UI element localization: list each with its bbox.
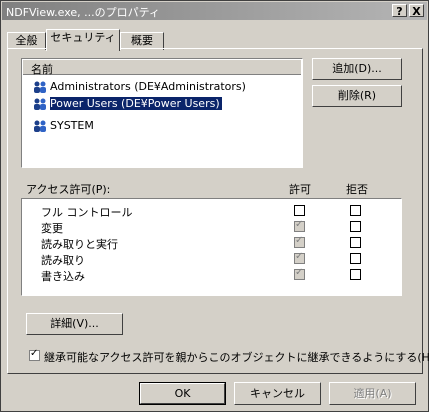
close-button[interactable]: X — [409, 4, 424, 18]
tab-security-label: セキュリティ — [50, 31, 116, 44]
inherit-checkbox[interactable]: ✓ — [29, 348, 40, 361]
user-group-icon — [34, 98, 46, 110]
cancel-button-label: キャンセル — [250, 387, 305, 400]
check-icon: ✓ — [30, 348, 39, 359]
allow-checkbox[interactable]: ✓ — [294, 235, 305, 248]
permission-row-full-control: フル コントロール — [22, 203, 382, 219]
remove-button[interactable]: 削除(R) — [312, 85, 402, 107]
deny-column-header: 拒否 — [346, 183, 368, 196]
user-item-power-users[interactable]: Power Users (DE¥Power Users) — [30, 96, 300, 112]
allow-column-header: 許可 — [289, 183, 311, 196]
permission-label: 読み取りと実行 — [41, 238, 118, 251]
check-icon: ✓ — [295, 267, 304, 278]
tab-strip: 全般 セキュリティ 概要 — [7, 29, 423, 51]
cancel-button[interactable]: キャンセル — [234, 382, 321, 405]
deny-checkbox[interactable] — [350, 269, 361, 280]
remove-button-label: 削除(R) — [337, 89, 377, 102]
add-button[interactable]: 追加(D)... — [312, 58, 402, 80]
ok-button[interactable]: OK — [139, 382, 226, 405]
allow-checkbox[interactable] — [294, 205, 305, 216]
permission-label: 書き込み — [41, 270, 85, 283]
permission-row-read-execute: 読み取りと実行 ✓ — [22, 235, 382, 251]
advanced-button[interactable]: 詳細(V)... — [26, 313, 123, 335]
permissions-list[interactable]: フル コントロール 変更 ✓ 読み取りと実行 ✓ 読み取り ✓ 書き込み ✓ — [21, 198, 402, 296]
inherit-checkbox-label: 継承可能なアクセス許可を親からこのオブジェクトに継承できるようにする(H) — [44, 351, 429, 364]
permission-label: 読み取り — [41, 254, 85, 267]
help-button[interactable]: ? — [392, 4, 407, 18]
user-item-label: Administrators (DE¥Administrators) — [50, 80, 246, 93]
permission-label: 変更 — [41, 222, 63, 235]
name-column-label: 名前 — [31, 63, 53, 76]
deny-checkbox[interactable] — [350, 237, 361, 248]
apply-button-label: 適用(A) — [353, 387, 392, 400]
tab-security[interactable]: セキュリティ — [46, 29, 120, 51]
window-title: NDFView.exe, ...のプロパティ — [6, 6, 160, 19]
help-icon: ? — [396, 5, 403, 18]
title-bar[interactable]: NDFView.exe, ...のプロパティ ? X — [2, 2, 427, 20]
permission-label: フル コントロール — [41, 206, 133, 219]
deny-checkbox[interactable] — [350, 253, 361, 264]
tab-general-label: 全般 — [15, 34, 38, 47]
users-list[interactable]: 名前 Administrators (DE¥Administrators) Po… — [21, 58, 303, 168]
user-item-administrators[interactable]: Administrators (DE¥Administrators) — [30, 79, 300, 95]
user-group-icon — [34, 81, 46, 93]
permission-row-modify: 変更 ✓ — [22, 219, 382, 235]
permission-row-write: 書き込み ✓ — [22, 267, 382, 283]
deny-checkbox[interactable] — [350, 221, 361, 232]
allow-checkbox[interactable]: ✓ — [294, 251, 305, 264]
user-item-label: SYSTEM — [50, 119, 94, 132]
close-icon: X — [412, 5, 421, 18]
allow-checkbox[interactable]: ✓ — [294, 267, 305, 280]
properties-dialog: NDFView.exe, ...のプロパティ ? X 全般 セキュリティ 概要 … — [0, 0, 429, 412]
apply-button[interactable]: 適用(A) — [329, 382, 416, 405]
check-icon: ✓ — [295, 235, 304, 246]
permissions-label: アクセス許可(P): — [26, 183, 111, 196]
check-icon: ✓ — [295, 219, 304, 230]
user-group-icon — [34, 120, 46, 132]
user-item-label: Power Users (DE¥Power Users) — [50, 97, 222, 110]
tab-summary-label: 概要 — [131, 34, 153, 47]
allow-checkbox[interactable]: ✓ — [294, 219, 305, 232]
permission-row-read: 読み取り ✓ — [22, 251, 382, 267]
deny-checkbox[interactable] — [350, 205, 361, 216]
advanced-button-label: 詳細(V)... — [50, 317, 99, 330]
name-column-header[interactable]: 名前 — [23, 60, 301, 76]
check-icon: ✓ — [295, 251, 304, 262]
inherit-permissions-option[interactable]: ✓ 継承可能なアクセス許可を親からこのオブジェクトに継承できるようにする(H) — [25, 348, 429, 364]
ok-button-label: OK — [174, 387, 191, 400]
user-item-system[interactable]: SYSTEM — [30, 118, 300, 134]
add-button-label: 追加(D)... — [332, 62, 382, 75]
